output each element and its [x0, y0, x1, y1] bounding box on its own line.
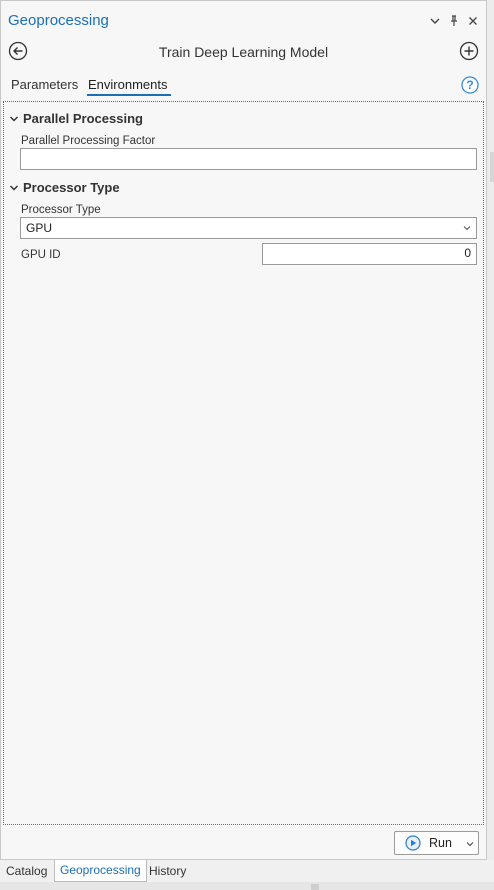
tool-tabs: Parameters Environments ? — [1, 71, 486, 99]
edge-marker — [311, 884, 319, 890]
close-icon[interactable] — [467, 15, 479, 27]
gpu-id-input[interactable]: 0 — [262, 243, 477, 265]
pin-icon[interactable] — [448, 15, 460, 27]
processor-type-value: GPU — [26, 221, 53, 235]
chevron-down-icon — [9, 185, 19, 191]
chevron-down-icon — [9, 116, 19, 122]
environments-content: Parallel Processing Parallel Processing … — [3, 101, 484, 825]
section-title: Processor Type — [23, 180, 120, 195]
tab-parameters[interactable]: Parameters — [11, 77, 78, 92]
pane-header: Geoprocessing — [1, 1, 486, 37]
tab-catalog[interactable]: Catalog — [0, 860, 53, 882]
run-button[interactable]: Run — [394, 831, 479, 855]
processor-type-select[interactable]: GPU — [20, 217, 477, 239]
geoprocessing-pane: Geoprocessing Train Deep Learning Model … — [0, 0, 487, 860]
gpu-id-label: GPU ID — [21, 249, 61, 261]
svg-text:?: ? — [466, 78, 473, 92]
edge-divider — [490, 152, 494, 182]
processor-type-label: Processor Type — [21, 204, 101, 216]
tool-toolbar: Train Deep Learning Model — [1, 37, 486, 67]
active-tab-indicator — [87, 94, 171, 96]
chevron-down-icon[interactable] — [429, 15, 441, 27]
section-title: Parallel Processing — [23, 111, 143, 126]
parallel-factor-label: Parallel Processing Factor — [21, 135, 156, 147]
run-button-label: Run — [429, 836, 452, 850]
chevron-down-icon[interactable] — [466, 841, 474, 847]
dock-tabs: Catalog Geoprocessing History — [0, 860, 494, 882]
bottom-edge — [0, 882, 494, 890]
parallel-factor-input[interactable] — [20, 148, 477, 170]
tab-environments[interactable]: Environments — [88, 77, 167, 92]
adjacent-pane-edge — [487, 0, 494, 860]
tab-geoprocessing[interactable]: Geoprocessing — [54, 860, 147, 882]
tool-title: Train Deep Learning Model — [158, 44, 329, 60]
tab-history[interactable]: History — [143, 860, 192, 882]
pane-footer: Run — [1, 825, 486, 861]
add-icon[interactable] — [459, 41, 479, 61]
chevron-down-icon — [463, 226, 471, 231]
pane-title: Geoprocessing — [8, 12, 109, 29]
help-icon[interactable]: ? — [461, 76, 479, 94]
play-icon — [405, 835, 421, 851]
